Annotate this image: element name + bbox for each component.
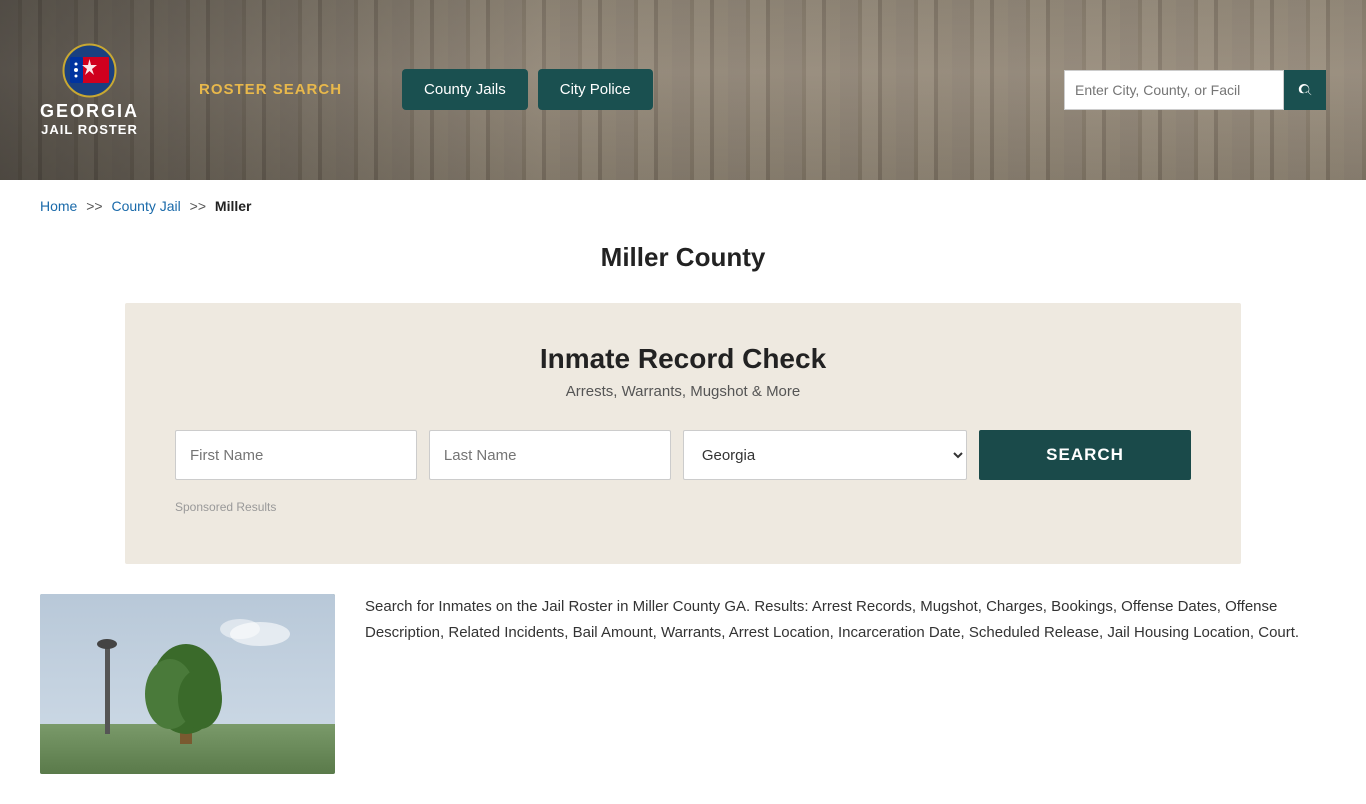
- site-logo[interactable]: GEORGIA JAIL ROSTER: [40, 43, 139, 137]
- logo-text-georgia: GEORGIA: [40, 102, 139, 122]
- bottom-content: Search for Inmates on the Jail Roster in…: [0, 564, 1366, 804]
- breadcrumb-home[interactable]: Home: [40, 198, 77, 214]
- georgia-seal-icon: [62, 43, 117, 98]
- breadcrumb-county-jail[interactable]: County Jail: [112, 198, 181, 214]
- search-icon: [1296, 81, 1314, 99]
- location-image-svg: [40, 594, 335, 774]
- header-nav-buttons: County Jails City Police: [402, 69, 653, 110]
- location-image: [40, 594, 335, 774]
- inmate-search-form: Georgia Alabama Florida South Carolina T…: [175, 430, 1191, 480]
- header-search-input[interactable]: [1064, 70, 1284, 110]
- inmate-search-button[interactable]: SEARCH: [979, 430, 1191, 480]
- sponsored-label: Sponsored Results: [175, 500, 1191, 514]
- city-police-button[interactable]: City Police: [538, 69, 653, 110]
- description-text: Search for Inmates on the Jail Roster in…: [365, 594, 1326, 645]
- inmate-record-check-section: Inmate Record Check Arrests, Warrants, M…: [125, 303, 1241, 564]
- breadcrumb: Home >> County Jail >> Miller: [0, 180, 1366, 232]
- state-select[interactable]: Georgia Alabama Florida South Carolina T…: [683, 430, 967, 480]
- header-search-area: [1064, 70, 1326, 110]
- breadcrumb-sep1: >>: [86, 198, 102, 214]
- breadcrumb-current: Miller: [215, 198, 252, 214]
- inmate-check-title: Inmate Record Check: [175, 343, 1191, 375]
- site-header: GEORGIA JAIL ROSTER ROSTER SEARCH County…: [0, 0, 1366, 180]
- header-search-button[interactable]: [1284, 70, 1326, 110]
- breadcrumb-sep2: >>: [190, 198, 206, 214]
- logo-text-sub: JAIL ROSTER: [41, 122, 138, 138]
- county-jails-button[interactable]: County Jails: [402, 69, 528, 110]
- inmate-check-subtitle: Arrests, Warrants, Mugshot & More: [175, 383, 1191, 400]
- page-title: Miller County: [0, 242, 1366, 273]
- page-title-area: Miller County: [0, 232, 1366, 303]
- first-name-input[interactable]: [175, 430, 417, 480]
- roster-search-nav[interactable]: ROSTER SEARCH: [199, 81, 342, 98]
- last-name-input[interactable]: [429, 430, 671, 480]
